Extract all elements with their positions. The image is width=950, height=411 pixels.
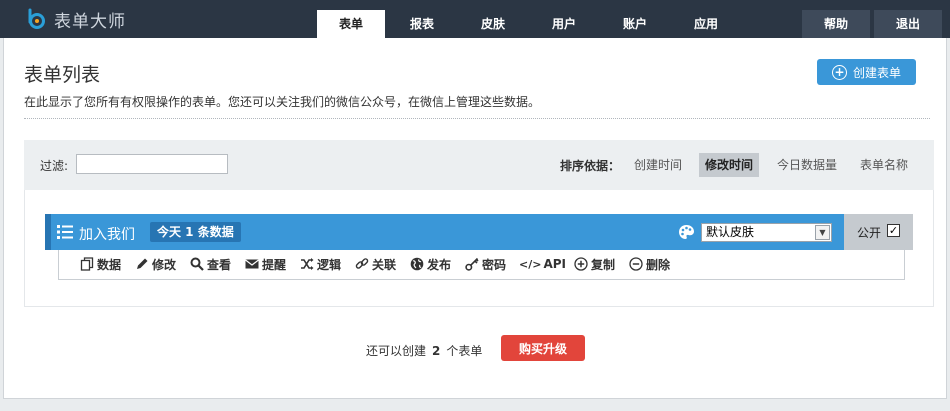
minus-circle-icon: [629, 257, 643, 271]
today-count-badge: 今天 1 条数据: [150, 222, 241, 242]
logo-text: 表单大师: [54, 11, 126, 32]
public-label: 公开: [857, 226, 882, 240]
action-remind[interactable]: 提醒: [245, 256, 286, 272]
filter-label: 过滤:: [40, 159, 69, 173]
list-icon: [57, 225, 73, 239]
envelope-icon: [245, 259, 259, 269]
chevron-down-icon[interactable]: ▼: [815, 225, 830, 240]
create-form-button[interactable]: + 创建表单: [817, 59, 916, 85]
action-data[interactable]: 数据: [80, 256, 121, 272]
skin-select-value: 默认皮肤: [706, 225, 755, 239]
action-delete-label: 删除: [646, 257, 671, 272]
action-publish-label: 发布: [427, 257, 452, 272]
create-form-label: 创建表单: [852, 65, 901, 80]
form-card-accent: [45, 214, 51, 250]
filter-input[interactable]: [76, 154, 228, 174]
form-name[interactable]: 加入我们: [79, 224, 135, 244]
palette-icon: [679, 225, 694, 239]
pencil-icon: [137, 258, 148, 269]
public-toggle-box: 公开 ✓: [844, 214, 913, 250]
main-panel: 表单列表 在此显示了您所有有权限操作的表单。您还可以关注我们的微信公众号，在微信…: [3, 38, 947, 399]
action-api[interactable]: </> API: [519, 256, 566, 272]
action-password-label: 密码: [482, 257, 507, 272]
action-logic-label: 逻辑: [317, 257, 342, 272]
page-description: 在此显示了您所有有权限操作的表单。您还可以关注我们的微信公众号，在微信上管理这些…: [24, 95, 541, 109]
action-api-label: API: [543, 257, 566, 271]
copy-icon: [80, 257, 94, 271]
globe-icon: [410, 257, 424, 271]
action-data-label: 数据: [97, 257, 122, 272]
remaining-prefix: 还可以创建: [366, 344, 427, 358]
top-navbar: 表单大师 表单 报表 皮肤 用户 账户 应用 帮助 退出: [0, 0, 950, 38]
code-icon: </>: [519, 257, 542, 271]
action-edit-label: 修改: [152, 257, 177, 272]
key-icon: [465, 257, 479, 271]
shuffle-icon: [301, 258, 314, 270]
sort-label: 排序依据：: [560, 159, 621, 173]
action-remind-label: 提醒: [262, 257, 287, 272]
action-link-label: 关联: [372, 257, 397, 272]
nav-tab-account[interactable]: 账户: [601, 10, 669, 38]
form-card-header: 加入我们 今天 1 条数据 默认皮肤 ▼: [45, 214, 844, 250]
nav-tab-forms[interactable]: 表单: [317, 10, 385, 38]
plus-circle-icon: +: [831, 64, 847, 80]
action-link[interactable]: 关联: [355, 256, 396, 272]
form-actions-bar: 数据 修改 查看 提醒 逻辑 关联 发布 密码 </> API 复制 删除: [58, 250, 905, 280]
nav-tab-apps[interactable]: 应用: [672, 10, 740, 38]
upgrade-button[interactable]: 购买升级: [501, 335, 585, 361]
logo-mark-icon: [28, 8, 45, 29]
sort-option-created[interactable]: 创建时间: [628, 153, 688, 177]
nav-tab-users[interactable]: 用户: [530, 10, 598, 38]
nav-tab-reports[interactable]: 报表: [388, 10, 456, 38]
page-title: 表单列表: [24, 64, 101, 86]
action-view[interactable]: 查看: [190, 256, 231, 272]
divider: [24, 118, 930, 119]
logo[interactable]: 表单大师: [26, 7, 126, 32]
sort-option-today-count[interactable]: 今日数据量: [771, 153, 843, 177]
action-copy[interactable]: 复制: [574, 256, 615, 272]
action-logic[interactable]: 逻辑: [300, 256, 341, 272]
skin-select[interactable]: 默认皮肤 ▼: [701, 223, 832, 242]
action-delete[interactable]: 删除: [629, 256, 670, 272]
action-copy-label: 复制: [591, 257, 616, 272]
logout-button[interactable]: 退出: [874, 10, 942, 38]
remaining-count: 2: [432, 344, 441, 358]
search-icon: [190, 257, 204, 271]
remaining-suffix: 个表单: [446, 344, 483, 358]
action-view-label: 查看: [207, 257, 232, 272]
remaining-forms-text: 还可以创建 2 个表单: [366, 342, 482, 359]
help-button[interactable]: 帮助: [802, 10, 870, 38]
action-password[interactable]: 密码: [465, 256, 506, 272]
link-icon: [355, 258, 369, 269]
action-edit[interactable]: 修改: [135, 256, 176, 272]
sort-option-name[interactable]: 表单名称: [854, 153, 914, 177]
plus-circle-icon: [574, 257, 588, 271]
action-publish[interactable]: 发布: [410, 256, 451, 272]
sort-option-modified[interactable]: 修改时间: [699, 153, 760, 177]
public-checkbox[interactable]: ✓: [887, 224, 900, 237]
filter-bar: 过滤: 排序依据： 创建时间 修改时间 今日数据量 表单名称: [24, 140, 934, 190]
nav-tab-skins[interactable]: 皮肤: [459, 10, 527, 38]
form-list: 加入我们 今天 1 条数据 默认皮肤 ▼ 公开 ✓ 数据 修改 查看 提醒 逻辑…: [24, 190, 934, 307]
